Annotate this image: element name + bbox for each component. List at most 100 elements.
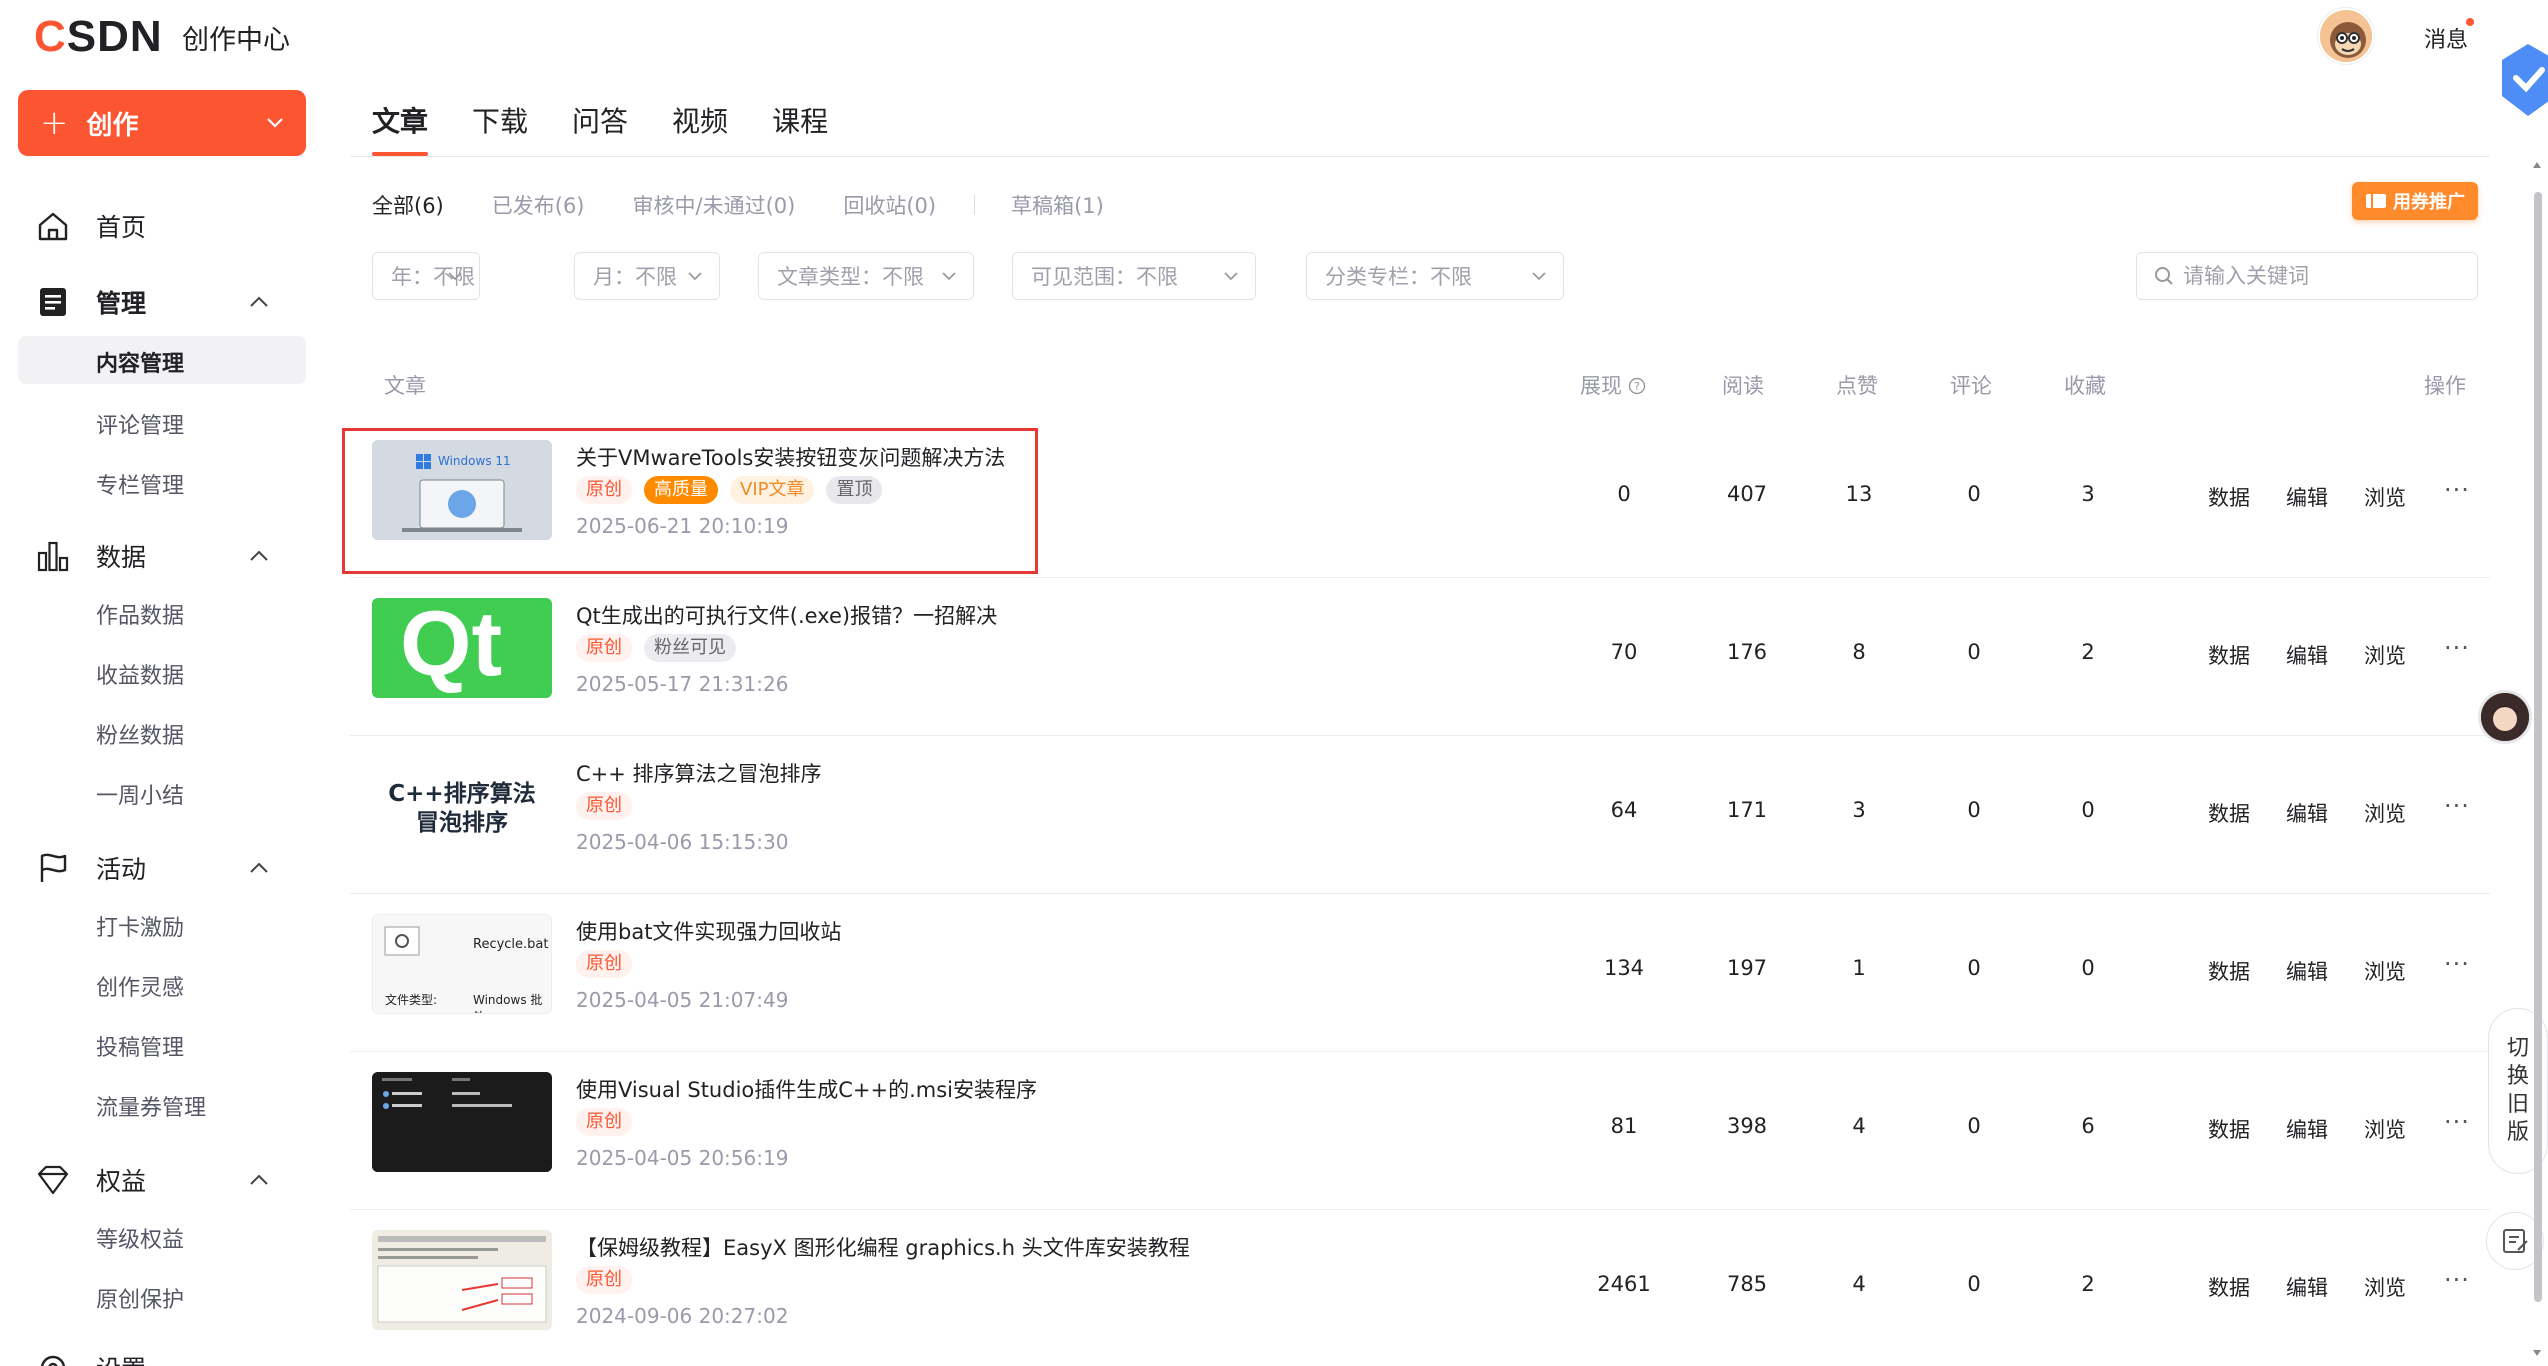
- article-thumbnail[interactable]: [372, 1230, 552, 1330]
- installer-screenshot-image: [372, 1072, 552, 1172]
- likes-value: 8: [1852, 640, 1866, 664]
- visibility-select[interactable]: 可见范围：不限: [1012, 252, 1256, 300]
- sidebar: + 创作 首页 管理 内容管理 评论管理 专栏管理 数据 作品数据 收益数据 粉…: [0, 72, 330, 1366]
- chevron-up-icon[interactable]: [248, 860, 270, 876]
- scrollbar-thumb[interactable]: [2534, 192, 2542, 1302]
- tab-video[interactable]: 视频: [672, 100, 728, 156]
- chevron-up-icon[interactable]: [248, 1172, 270, 1188]
- sidebar-item-submission[interactable]: 投稿管理: [96, 1030, 184, 1062]
- filter-recycle[interactable]: 回收站(0): [843, 190, 936, 220]
- sidebar-item-fans-data[interactable]: 粉丝数据: [96, 718, 184, 750]
- scroll-up-arrow-icon[interactable]: [2532, 160, 2542, 170]
- filter-all[interactable]: 全部(6): [372, 190, 444, 220]
- sidebar-item-manage[interactable]: 管理: [36, 282, 146, 322]
- table-row[interactable]: C++排序算法 冒泡排序 C++ 排序算法之冒泡排序 原创 2025-04-06…: [350, 736, 2490, 894]
- article-tags: 原创 粉丝可见: [576, 634, 748, 662]
- article-thumbnail[interactable]: C++排序算法 冒泡排序: [372, 756, 552, 856]
- article-thumbnail[interactable]: [372, 1072, 552, 1172]
- data-link[interactable]: 数据: [2208, 798, 2250, 828]
- edit-link[interactable]: 编辑: [2286, 798, 2328, 828]
- likes-value: 4: [1852, 1114, 1866, 1138]
- filter-published[interactable]: 已发布(6): [492, 190, 585, 220]
- browse-link[interactable]: 浏览: [2364, 482, 2406, 512]
- creation-center-title[interactable]: 创作中心: [182, 18, 290, 57]
- data-link[interactable]: 数据: [2208, 640, 2250, 670]
- cpp-sort-thumbnail-text: C++排序算法 冒泡排序: [388, 781, 536, 836]
- article-title[interactable]: C++ 排序算法之冒泡排序: [576, 758, 822, 788]
- more-options-icon[interactable]: ···: [2444, 1108, 2470, 1136]
- browse-link[interactable]: 浏览: [2364, 956, 2406, 986]
- article-title[interactable]: 使用bat文件实现强力回收站: [576, 916, 841, 946]
- assistant-avatar[interactable]: [2478, 690, 2532, 744]
- column-select[interactable]: 分类专栏：不限: [1306, 252, 1564, 300]
- month-select[interactable]: 月：不限: [574, 252, 720, 300]
- table-row[interactable]: Recycle.bat 文件类型: Windows 批处 使用bat文件实现强力…: [350, 894, 2490, 1052]
- edit-link[interactable]: 编辑: [2286, 640, 2328, 670]
- sidebar-item-traffic-coupon[interactable]: 流量券管理: [96, 1090, 206, 1122]
- more-options-icon[interactable]: ···: [2444, 950, 2470, 978]
- article-thumbnail[interactable]: Recycle.bat 文件类型: Windows 批处: [372, 914, 552, 1014]
- messages-link[interactable]: 消息: [2424, 22, 2468, 54]
- shield-badge-icon[interactable]: [2498, 40, 2548, 120]
- table-row[interactable]: 使用Visual Studio插件生成C++的.msi安装程序 原创 2025-…: [350, 1052, 2490, 1210]
- sidebar-item-column-manage[interactable]: 专栏管理: [96, 468, 184, 500]
- edit-link[interactable]: 编辑: [2286, 1272, 2328, 1302]
- csdn-logo[interactable]: CSDN: [34, 12, 163, 62]
- sidebar-item-level-rights[interactable]: 等级权益: [96, 1222, 184, 1254]
- sidebar-item-activity[interactable]: 活动: [36, 848, 146, 888]
- browse-link[interactable]: 浏览: [2364, 1272, 2406, 1302]
- browse-link[interactable]: 浏览: [2364, 640, 2406, 670]
- sidebar-item-data[interactable]: 数据: [36, 536, 146, 576]
- article-type-select[interactable]: 文章类型：不限: [758, 252, 974, 300]
- sidebar-item-comment-manage[interactable]: 评论管理: [96, 408, 184, 440]
- user-avatar[interactable]: [2318, 8, 2374, 64]
- sidebar-item-checkin[interactable]: 打卡激励: [96, 910, 184, 942]
- sidebar-item-income-data[interactable]: 收益数据: [96, 658, 184, 690]
- browse-link[interactable]: 浏览: [2364, 798, 2406, 828]
- tab-qa[interactable]: 问答: [572, 100, 628, 156]
- favorites-value: 0: [2081, 956, 2095, 980]
- browse-link[interactable]: 浏览: [2364, 1114, 2406, 1144]
- tab-article[interactable]: 文章: [372, 100, 429, 156]
- sidebar-item-settings[interactable]: 设置: [36, 1348, 146, 1366]
- data-link[interactable]: 数据: [2208, 1272, 2250, 1302]
- data-link[interactable]: 数据: [2208, 482, 2250, 512]
- sidebar-item-works-data[interactable]: 作品数据: [96, 598, 184, 630]
- more-options-icon[interactable]: ···: [2444, 476, 2470, 504]
- chevron-up-icon[interactable]: [248, 294, 270, 310]
- chevron-up-icon[interactable]: [248, 548, 270, 564]
- edit-link[interactable]: 编辑: [2286, 482, 2328, 512]
- table-row[interactable]: 【保姆级教程】EasyX 图形化编程 graphics.h 头文件库安装教程 原…: [350, 1210, 2490, 1366]
- tab-download[interactable]: 下载: [472, 100, 528, 156]
- data-link[interactable]: 数据: [2208, 956, 2250, 986]
- coupon-promote-button[interactable]: 用券推广: [2352, 182, 2478, 220]
- scroll-down-arrow-icon[interactable]: [2532, 1348, 2542, 1358]
- more-options-icon[interactable]: ···: [2444, 634, 2470, 662]
- sidebar-item-rights[interactable]: 权益: [36, 1160, 146, 1200]
- article-title[interactable]: Qt生成出的可执行文件(.exe)报错？一招解决: [576, 600, 997, 630]
- tab-course[interactable]: 课程: [772, 100, 828, 156]
- sidebar-item-inspiration[interactable]: 创作灵感: [96, 970, 184, 1002]
- filter-drafts[interactable]: 草稿箱(1): [1011, 190, 1104, 220]
- filter-reviewing[interactable]: 审核中/未通过(0): [633, 190, 796, 220]
- edit-link[interactable]: 编辑: [2286, 1114, 2328, 1144]
- edit-link[interactable]: 编辑: [2286, 956, 2328, 986]
- year-select[interactable]: 年：不限: [372, 252, 480, 300]
- sidebar-item-home[interactable]: 首页: [36, 206, 146, 246]
- table-row[interactable]: Qt Qt生成出的可执行文件(.exe)报错？一招解决 原创 粉丝可见 2025…: [350, 578, 2490, 736]
- data-link[interactable]: 数据: [2208, 1114, 2250, 1144]
- sidebar-item-weekly-summary[interactable]: 一周小结: [96, 778, 184, 810]
- article-thumbnail[interactable]: Qt: [372, 598, 552, 698]
- sidebar-item-original-protect[interactable]: 原创保护: [96, 1282, 184, 1314]
- help-icon[interactable]: ?: [1628, 377, 1646, 395]
- article-tags: 原创: [576, 1266, 644, 1294]
- edit-note-icon: [2503, 1229, 2528, 1253]
- sidebar-item-content-manage[interactable]: 内容管理: [18, 336, 306, 384]
- article-title[interactable]: 使用Visual Studio插件生成C++的.msi安装程序: [576, 1074, 1037, 1104]
- more-options-icon[interactable]: ···: [2444, 792, 2470, 820]
- table-header: 文章 展现? 阅读 点赞 评论 收藏 操作: [350, 362, 2490, 404]
- article-title[interactable]: 【保姆级教程】EasyX 图形化编程 graphics.h 头文件库安装教程: [576, 1232, 1190, 1262]
- create-button[interactable]: + 创作: [18, 90, 306, 156]
- search-input[interactable]: [2183, 264, 2463, 288]
- more-options-icon[interactable]: ···: [2444, 1266, 2470, 1294]
